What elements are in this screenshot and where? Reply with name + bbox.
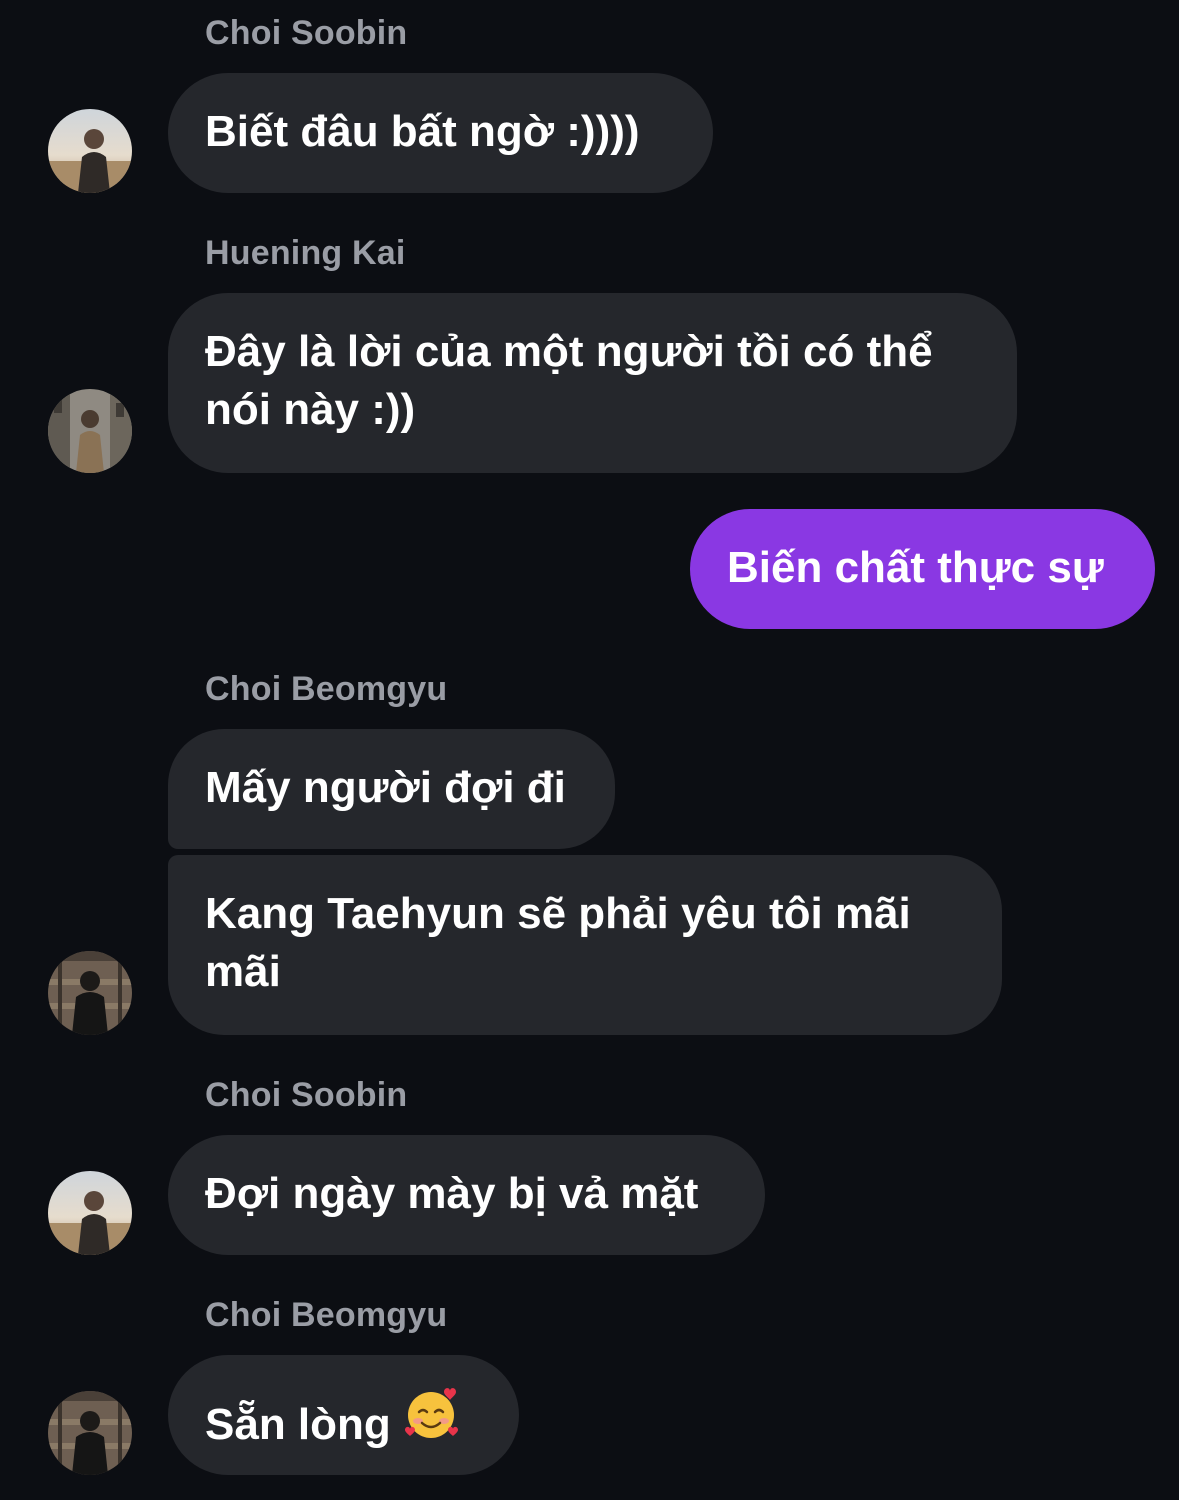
message-text: Đây là lời của một người tồi có thể nói … [205,327,933,434]
message-bubble[interactable]: Biết đâu bất ngờ :)))) [168,73,713,193]
message-text: Mấy người đợi đi [205,763,566,812]
message-bubble[interactable]: Đợi ngày mày bị vả mặt [168,1135,765,1255]
sender-name: Choi Beomgyu [205,1296,448,1334]
avatar[interactable] [48,1171,132,1255]
sender-name: Huening Kai [205,234,406,272]
avatar[interactable] [48,1391,132,1475]
sender-name: Choi Soobin [205,1076,408,1114]
message-text: Đợi ngày mày bị vả mặt [205,1169,699,1218]
message-text: Kang Taehyun sẽ phải yêu tôi mãi mãi [205,889,911,996]
message-bubble[interactable]: Sẵn lòng [168,1355,519,1475]
message-text: Biết đâu bất ngờ :)))) [205,107,640,156]
sender-name: Choi Beomgyu [205,670,448,708]
message-bubble[interactable]: Đây là lời của một người tồi có thể nói … [168,293,1017,473]
message-bubble[interactable]: Mấy người đợi đi [168,729,615,849]
message-text: Biến chất thực sự [727,543,1104,592]
avatar[interactable] [48,951,132,1035]
chat-thread: Choi Soobin Biết đâu bất ngờ :)))) Hueni… [0,0,1179,1500]
message-bubble[interactable]: Kang Taehyun sẽ phải yêu tôi mãi mãi [168,855,1002,1035]
avatar[interactable] [48,389,132,473]
outgoing-message-bubble[interactable]: Biến chất thực sự [690,509,1155,629]
sender-name: Choi Soobin [205,14,408,52]
smiling-face-with-hearts-icon [403,1385,461,1458]
avatar[interactable] [48,109,132,193]
message-text: Sẵn lòng [205,1400,391,1449]
